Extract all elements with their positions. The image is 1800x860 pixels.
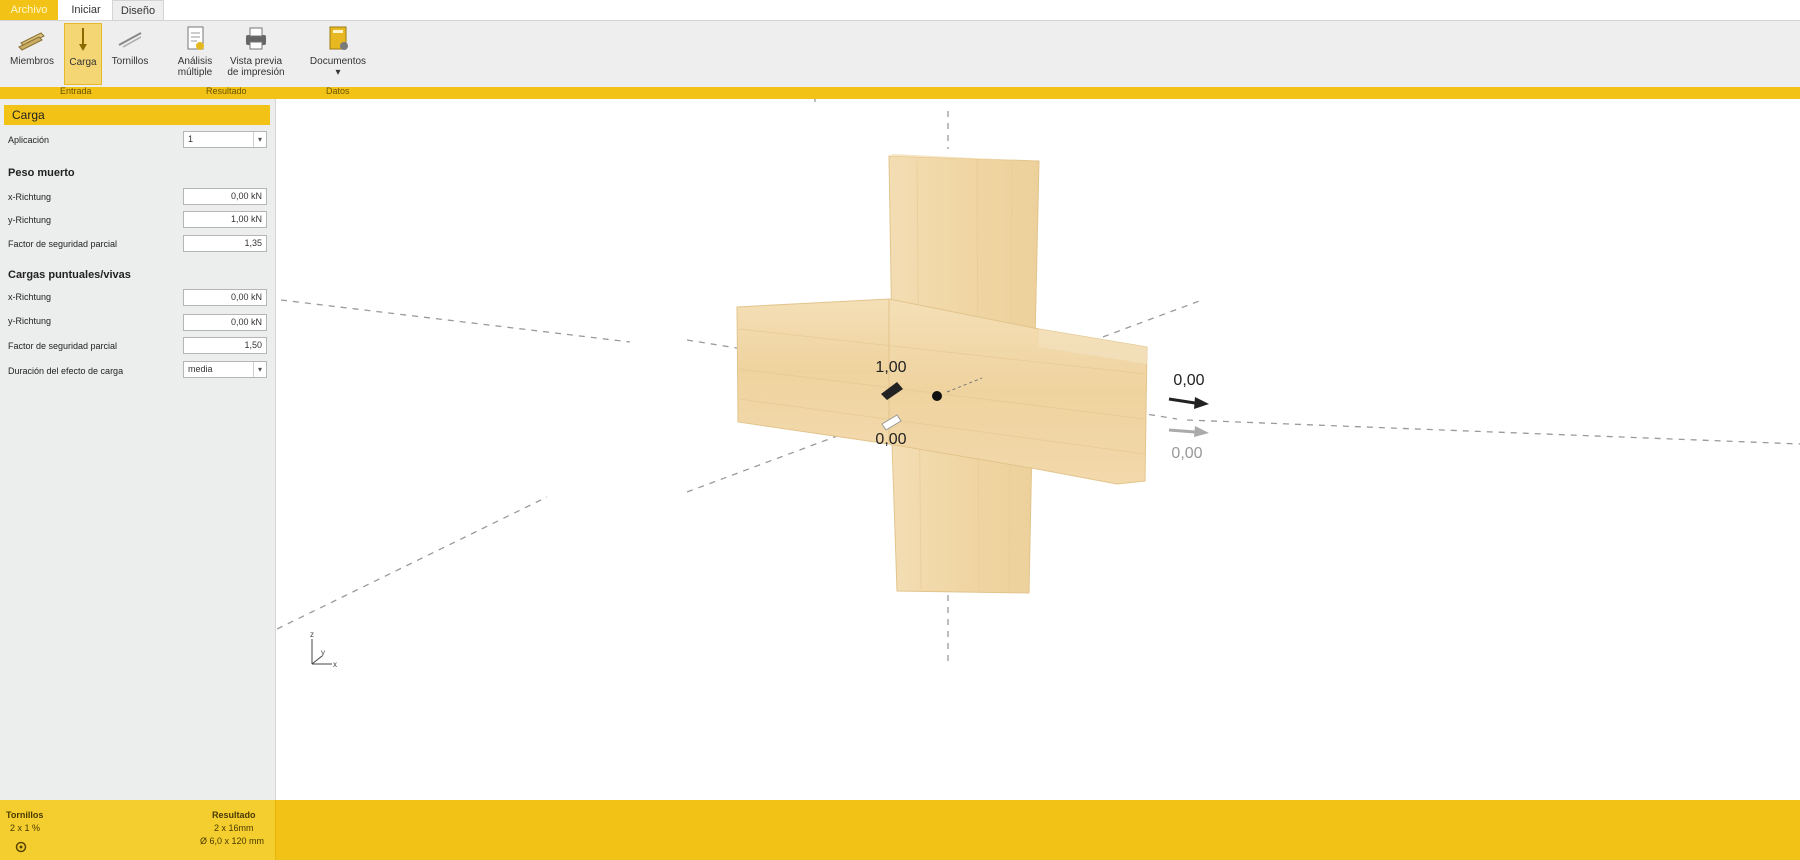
cv-y-input[interactable]: 0,00 kN	[183, 314, 267, 331]
ribbon-group-bar: Entrada Resultado Datos	[0, 86, 1800, 99]
pm-factor-label: Factor de seguridad parcial	[8, 239, 118, 249]
beam-icon	[18, 32, 45, 51]
carga-button[interactable]: Carga	[64, 23, 102, 85]
gear-icon[interactable]	[14, 840, 28, 854]
pm-y-input[interactable]: 1,00 kN	[183, 211, 267, 228]
tornillos-button[interactable]: Tornillos	[106, 23, 154, 85]
load-arrow-right-dark	[1194, 397, 1209, 409]
cv-factor-label: Factor de seguridad parcial	[8, 341, 118, 351]
cv-x-label: x-Richtung	[8, 292, 52, 302]
chevron-down-icon: ▾	[253, 132, 266, 147]
tornillos-label: Tornillos	[111, 56, 149, 67]
load-value-right-top: 0,00	[1173, 372, 1204, 389]
document-check-icon	[187, 26, 204, 50]
3d-viewport[interactable]: 1,00 0,00 0,00 0,00 z y x	[277, 99, 1800, 800]
axis-y-label: y	[321, 648, 325, 657]
tab-archivo[interactable]: Archivo	[0, 0, 58, 20]
status-left-title: Tornillos	[6, 810, 44, 820]
analisis-multiple-button[interactable]: Análisis múltiple	[170, 23, 220, 85]
ribbon: Miembros Carga Tornillos Análisis múltip…	[0, 20, 1800, 87]
status-right-title: Resultado	[212, 810, 256, 820]
aplicacion-label: Aplicación	[8, 135, 50, 145]
documentos-label: Documentos	[309, 56, 367, 67]
aplicacion-value: 1	[188, 134, 194, 144]
analisis-label-2: múltiple	[177, 67, 213, 78]
cargas-heading: Cargas puntuales/vivas	[8, 269, 131, 281]
status-bar: Tornillos 2 x 1 % Resultado 2 x 16mm Ø 6…	[0, 800, 1800, 860]
pm-factor-input[interactable]: 1,35	[183, 235, 267, 252]
vista-label-1: Vista previa	[229, 56, 283, 67]
duracion-value: media	[188, 364, 213, 374]
status-summary: Tornillos 2 x 1 % Resultado 2 x 16mm Ø 6…	[0, 800, 276, 860]
pm-x-label: x-Richtung	[8, 192, 52, 202]
load-arrow-right-light	[1194, 426, 1209, 437]
miembros-button[interactable]: Miembros	[8, 23, 56, 85]
cv-x-input[interactable]: 0,00 kN	[183, 289, 267, 306]
cv-y-label: y-Richtung	[8, 316, 52, 326]
axis-x-label: x	[333, 660, 337, 669]
load-arrow-icon	[79, 28, 87, 51]
vista-label-2: de impresión	[227, 67, 285, 78]
load-value-right-bottom: 0,00	[1171, 445, 1202, 462]
documents-icon	[329, 26, 348, 50]
viewport-canvas: 1,00 0,00 0,00 0,00 z y x	[277, 99, 1800, 669]
app-window: Archivo Iniciar Diseño Miembros Carga To…	[0, 0, 1800, 860]
duracion-select[interactable]: media ▾	[183, 361, 267, 378]
chevron-down-icon: ▾	[253, 362, 266, 377]
cv-factor-input[interactable]: 1,50	[183, 337, 267, 354]
group-label-datos: Datos	[326, 86, 350, 96]
pm-x-input[interactable]: 0,00 kN	[183, 188, 267, 205]
load-node	[932, 391, 942, 401]
panel-title: Carga	[4, 105, 270, 125]
status-left-value: 2 x 1 %	[10, 823, 41, 833]
group-label-entrada: Entrada	[60, 86, 92, 96]
tab-diseno[interactable]: Diseño	[112, 0, 164, 20]
status-right-value-2: Ø 6,0 x 120 mm	[200, 836, 265, 846]
documentos-caret: ▾	[335, 67, 341, 78]
vista-previa-button[interactable]: Vista previa de impresión	[224, 23, 288, 85]
pm-y-label: y-Richtung	[8, 215, 52, 225]
load-properties-panel: Carga Aplicación 1 ▾ Peso muerto x-Richt…	[0, 99, 276, 800]
group-label-resultado: Resultado	[206, 86, 247, 96]
peso-muerto-heading: Peso muerto	[8, 167, 75, 179]
ribbon-tab-bar: Archivo Iniciar Diseño	[0, 0, 1800, 20]
analisis-label-1: Análisis	[177, 56, 213, 67]
axis-triad: z y x	[310, 630, 337, 669]
load-value-top: 1,00	[875, 359, 906, 376]
screw-icon	[118, 32, 142, 48]
printer-icon	[246, 27, 266, 50]
axis-z-label: z	[310, 630, 314, 639]
documentos-button[interactable]: Documentos ▾	[306, 23, 370, 85]
load-value-bottom: 0,00	[875, 431, 906, 448]
status-right-value-1: 2 x 16mm	[214, 823, 254, 833]
miembros-label: Miembros	[10, 56, 54, 67]
aplicacion-select[interactable]: 1 ▾	[183, 131, 267, 148]
duracion-label: Duración del efecto de carga	[8, 366, 124, 376]
carga-label: Carga	[69, 57, 97, 68]
tab-inicio[interactable]: Iniciar	[60, 0, 112, 20]
